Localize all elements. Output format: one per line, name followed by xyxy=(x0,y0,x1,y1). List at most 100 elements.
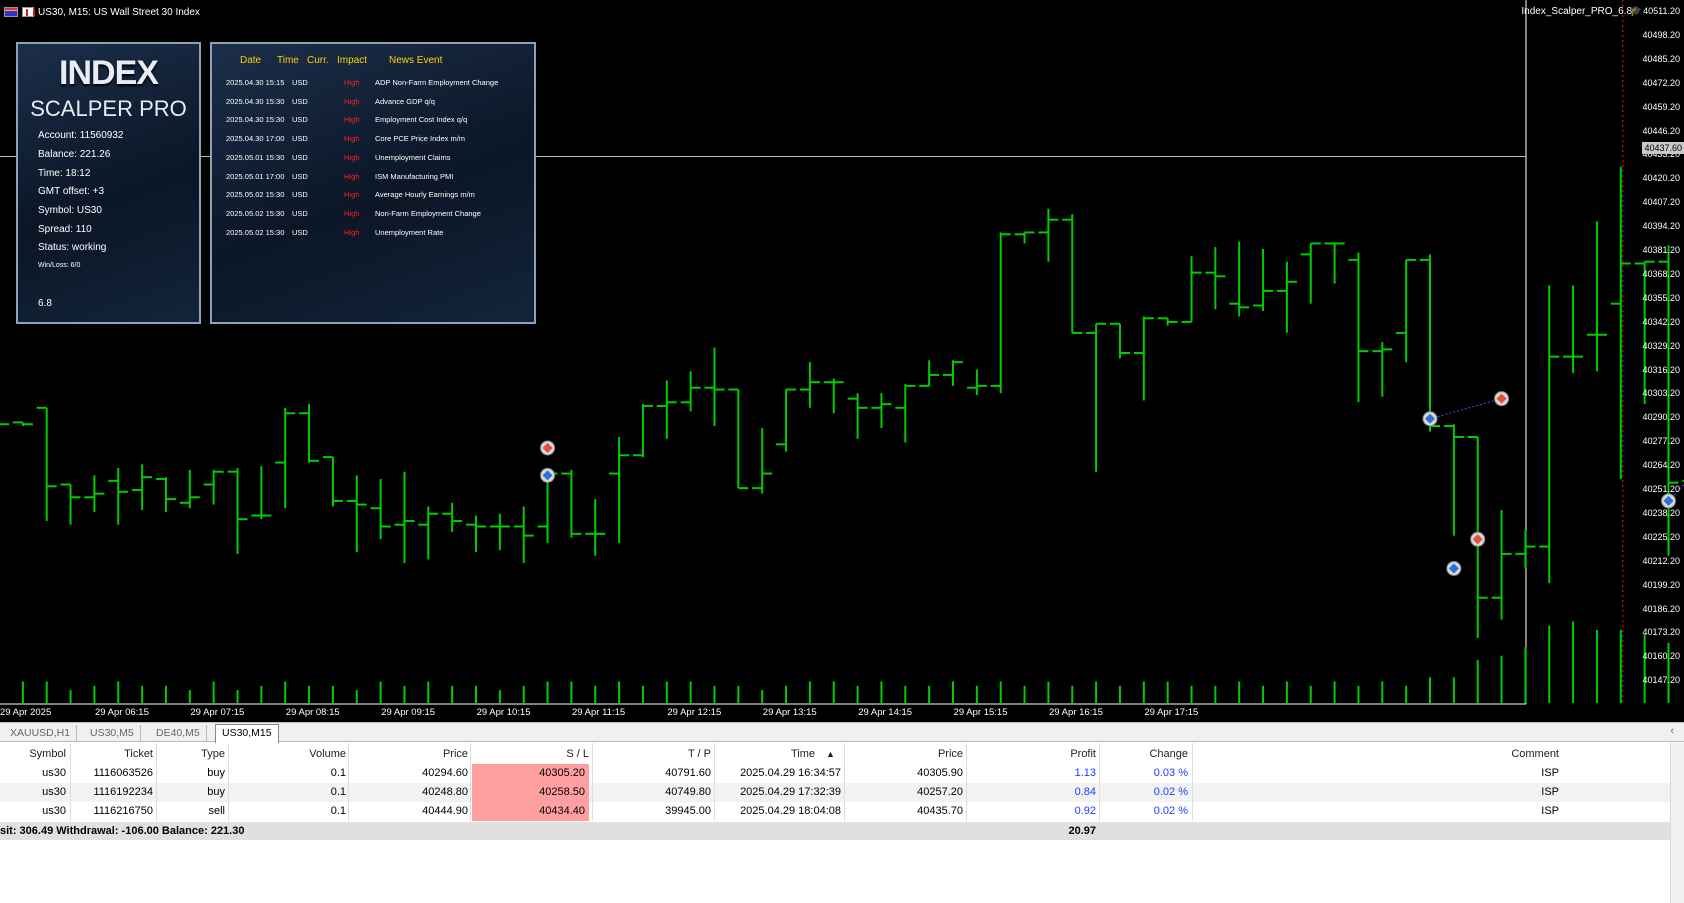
gmt-label: GMT offset: +3 xyxy=(38,186,105,197)
time-tick-label: 29 Apr 06:15 xyxy=(95,707,149,718)
tab-us30-m5[interactable]: US30,M5 xyxy=(84,725,141,742)
col-price[interactable]: Price xyxy=(350,745,468,764)
table-row[interactable]: us30 1116216750 sell 0.1 40444.90 40434.40 399… xyxy=(0,802,1684,821)
tab-us30-m15[interactable]: US30,M15 xyxy=(215,724,279,743)
news-event: Advance GDP q/q xyxy=(375,96,435,106)
price-tick-label: 40329.20 xyxy=(1642,340,1680,351)
price-tick-label: 40381.20 xyxy=(1642,245,1680,255)
news-event: Employment Cost Index q/q xyxy=(375,115,468,125)
news-datetime: 2025.05.01 17:00 xyxy=(226,171,285,181)
tab-scroll-left-icon[interactable]: ‹ xyxy=(1670,725,1674,737)
news-impact: High xyxy=(344,227,360,237)
news-currency: USD xyxy=(292,227,308,237)
news-impact: High xyxy=(344,78,360,87)
col-type[interactable]: Type xyxy=(158,745,225,764)
news-datetime: 2025.04.30 15:30 xyxy=(226,96,285,106)
col-sl[interactable]: S / L xyxy=(472,745,589,764)
col-profit[interactable]: Profit xyxy=(968,745,1096,764)
news-impact: High xyxy=(344,152,360,162)
isp-info-panel: INDEX SCALPER PRO Account: 11560932 Bala… xyxy=(16,42,201,324)
price-tick-label: 40472.20 xyxy=(1642,77,1680,88)
cell-volume: 0.1 xyxy=(330,786,346,798)
cell-ticket: 1116216750 xyxy=(93,805,153,817)
news-currency: USD xyxy=(292,96,308,106)
flag-icon xyxy=(4,7,18,17)
col-comment[interactable]: Comment xyxy=(1194,745,1559,764)
price-tick-label: 40160.20 xyxy=(1642,651,1680,662)
news-datetime: 2025.04.30 15:15 xyxy=(226,78,285,87)
table-row[interactable]: us30 1116192234 buy 0.1 40248.80 40258.50 4074… xyxy=(0,783,1684,802)
price-tick-label: 40342.20 xyxy=(1642,316,1680,327)
spread-label: Spread: 110 xyxy=(38,224,92,235)
logo-index: INDEX xyxy=(59,54,159,92)
cell-time: 2025.04.29 17:32:39 xyxy=(740,786,841,798)
chart-area[interactable]: US30, M15: US Wall Street 30 Index Index… xyxy=(0,0,1684,722)
news-event: Average Hourly Earnings m/m xyxy=(375,190,475,200)
col-tp[interactable]: T / P xyxy=(594,745,711,764)
cell-sl: 40258.50 xyxy=(472,783,589,802)
price-tick-label: 40290.20 xyxy=(1642,412,1680,423)
column-divider xyxy=(592,743,593,821)
time-tick-label: 29 Apr 11:15 xyxy=(572,707,626,718)
col-time[interactable]: Time xyxy=(716,745,815,764)
price-tick-label: 40199.20 xyxy=(1642,579,1680,590)
table-header-row: Symbol Ticket Type Volume Price S / L T … xyxy=(0,745,1684,764)
news-currency: USD xyxy=(292,190,308,200)
price-tick-label: 40147.20 xyxy=(1642,675,1680,686)
table-scrollbar[interactable] xyxy=(1670,743,1684,903)
news-header-curr: Curr. xyxy=(307,55,329,66)
logo-subtitle: SCALPER PRO xyxy=(30,96,187,121)
time-tick-label: 29 Apr 09:15 xyxy=(381,707,436,718)
balance-label: Balance: 221.26 xyxy=(38,149,111,160)
news-datetime: 2025.05.01 15:30 xyxy=(226,152,285,162)
time-label: Time: 18:12 xyxy=(38,168,91,179)
cell-profit: 1.13 xyxy=(1074,767,1096,779)
tab-xauusd-h1[interactable]: XAUUSD,H1 xyxy=(4,725,78,742)
sort-asc-icon[interactable]: ▲ xyxy=(826,745,838,764)
time-tick-label: 29 Apr 12:15 xyxy=(667,707,722,718)
trade-table: Symbol Ticket Type Volume Price S / L T … xyxy=(0,743,1684,903)
price-tick-label: 40238.20 xyxy=(1642,507,1680,518)
table-row[interactable]: us30 1116063526 buy 0.1 40294.60 40305.20 4079… xyxy=(0,764,1684,783)
summary-text: sit: 306.49 Withdrawal: -106.00 Balance:… xyxy=(0,825,245,837)
news-currency: USD xyxy=(292,152,308,162)
time-tick-label: 29 Apr 14:15 xyxy=(858,707,913,718)
news-impact: High xyxy=(344,208,360,218)
cell-comment: ISP xyxy=(1541,767,1559,779)
version-label: 6.8 xyxy=(38,298,52,309)
time-tick-label: 29 Apr 07:15 xyxy=(190,707,245,718)
cell-comment: ISP xyxy=(1541,805,1559,817)
news-datetime: 2025.05.02 15:30 xyxy=(226,208,285,218)
price-tick-label: 40303.20 xyxy=(1642,388,1680,399)
news-header-date: Date xyxy=(240,55,262,66)
price-tick-label: 40251.20 xyxy=(1642,484,1680,494)
cell-profit: 0.92 xyxy=(1074,805,1096,817)
news-panel: Date Time Curr. Impact News Event 2025.0… xyxy=(210,42,536,324)
column-divider xyxy=(844,743,845,821)
news-impact: High xyxy=(344,115,360,125)
col-volume[interactable]: Volume xyxy=(230,745,346,764)
col-change[interactable]: Change xyxy=(1101,745,1188,764)
bars-icon[interactable] xyxy=(22,7,35,17)
news-datetime: 2025.04.30 17:00 xyxy=(226,134,285,144)
current-price-tag: 40437.60 xyxy=(1642,142,1684,154)
cell-tp: 39945.00 xyxy=(665,805,711,817)
tab-de40-m5[interactable]: DE40,M5 xyxy=(150,725,207,742)
indicator-label[interactable]: Index_Scalper_PRO_6.8 xyxy=(1521,6,1632,17)
cell-change: 0.03 % xyxy=(1153,767,1188,779)
price-tick-label: 40368.20 xyxy=(1642,268,1680,279)
account-summary-row: sit: 306.49 Withdrawal: -106.00 Balance:… xyxy=(0,822,1684,840)
col-symbol[interactable]: Symbol xyxy=(0,745,66,764)
col-ticket[interactable]: Ticket xyxy=(72,745,153,764)
price-tick-label: 40173.20 xyxy=(1642,627,1680,638)
col-price2[interactable]: Price xyxy=(846,745,963,764)
hat-icon: 🎓 xyxy=(1629,6,1642,17)
column-divider xyxy=(70,743,71,821)
column-divider xyxy=(1192,743,1193,821)
price-tick-label: 40394.20 xyxy=(1642,221,1680,232)
summary-profit: 20.97 xyxy=(1068,825,1096,837)
price-tick-label: 40264.20 xyxy=(1642,460,1680,471)
column-divider xyxy=(156,743,157,821)
cell-price: 40444.90 xyxy=(422,805,468,817)
symbol-label: Symbol: US30 xyxy=(38,205,102,216)
